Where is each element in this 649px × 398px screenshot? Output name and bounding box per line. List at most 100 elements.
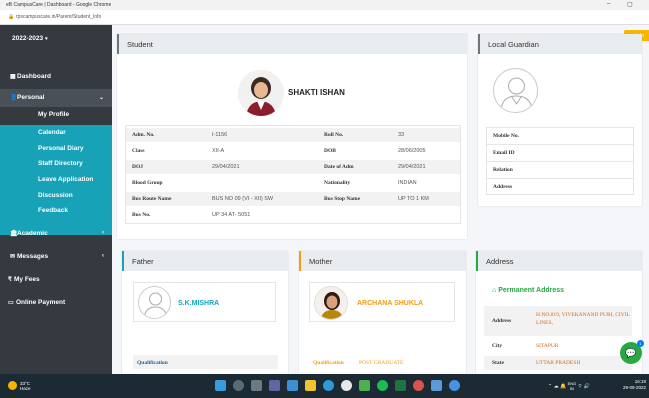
sidebar-sub-discussion[interactable]: Discussion — [38, 192, 73, 199]
chrome-icon[interactable] — [341, 380, 352, 391]
lock-icon: 🔒 — [8, 14, 15, 20]
bus-route-value: BUS NO 09 (VI - XII) SW — [212, 196, 274, 202]
excel-icon[interactable] — [395, 380, 406, 391]
sidebar-item-label: Messages — [17, 253, 49, 260]
table-row: State UTTAR PRADESH — [484, 356, 632, 370]
bus-no-label: Bus No. — [132, 212, 151, 218]
task-view-icon[interactable] — [251, 380, 262, 391]
browser-icon[interactable] — [449, 380, 460, 391]
edge-icon[interactable] — [323, 380, 334, 391]
table-row: Adm. No. I-1156 Roll No. 33 — [126, 128, 460, 142]
table-row: City SITAPUR — [484, 339, 632, 353]
rupee-icon: ₹ — [8, 277, 12, 283]
year-label: 2022-2023 — [12, 35, 44, 42]
app-icon[interactable] — [359, 380, 370, 391]
blood-group-label: Blood Group — [132, 180, 163, 186]
table-row: Address — [487, 179, 633, 196]
sidebar-item-online-payment[interactable]: ▭ Online Payment — [0, 295, 112, 311]
nationality-label: Nationality — [324, 180, 351, 186]
sidebar-sub-staff-directory[interactable]: Staff Directory — [38, 160, 83, 167]
student-photo — [238, 70, 284, 116]
home-icon: ⌂ — [492, 287, 497, 294]
notification-icon: 🔔 — [559, 383, 567, 390]
sidebar-item-personal[interactable]: 👤 Personal ⌄ — [0, 89, 112, 107]
language-indicator[interactable]: ENG IN — [568, 381, 577, 391]
table-row: Qualification POST GRADUATE — [309, 355, 455, 369]
chevron-left-icon: ‹ — [102, 230, 104, 236]
mother-qualification-label: Qualification — [313, 360, 344, 366]
date-of-adm-value: 29/04/2021 — [398, 164, 426, 170]
father-card-header: Father — [122, 251, 288, 271]
cloud-icon: ☁ — [553, 383, 559, 390]
adm-no-value: I-1156 — [212, 132, 228, 138]
sidebar-sub-feedback[interactable]: Feedback — [38, 207, 68, 214]
clock-date: 29-09-2022 — [622, 385, 646, 390]
bus-stop-label: Bus Stop Name — [324, 196, 361, 202]
minimize-button[interactable]: – — [607, 1, 610, 7]
table-row: Bus Route Name BUS NO 09 (VI - XII) SW B… — [126, 192, 460, 206]
widgets-icon[interactable] — [287, 380, 298, 391]
clock[interactable]: 16:19 29-09-2022 — [616, 379, 646, 391]
url-text[interactable]: rpscampuscare.in/Parent/Student_Info — [16, 14, 101, 20]
class-value: XII-A — [212, 148, 225, 154]
browser-window: eB CampusCare | Dashboard - Google Chrom… — [0, 0, 649, 374]
table-row: Qualification — [133, 355, 278, 369]
city-value: SITAPUR — [536, 343, 559, 349]
sidebar-item-messages[interactable]: ✉ Messages ‹ — [0, 249, 112, 265]
caret-down-icon: ▾ — [45, 36, 48, 42]
sidebar-sub-leave-application[interactable]: Leave Application — [38, 176, 93, 183]
speaker-icon: 🔊 — [583, 383, 590, 390]
sidebar-sub-calendar[interactable]: Calendar — [38, 129, 66, 136]
sidebar-item-label: My Fees — [14, 276, 40, 283]
sidebar-sub-my-profile[interactable]: My Profile — [38, 111, 69, 118]
mother-header-label: Mother — [309, 257, 333, 266]
table-row: Address H.NO.819, VIVEKANAND PURI, CIVIL… — [484, 306, 632, 336]
doj-value: 29/04/2021 — [212, 164, 240, 170]
sidebar-item-my-fees[interactable]: ₹ My Fees — [0, 272, 112, 288]
city-label: City — [492, 343, 503, 349]
table-row: DOJ 29/04/2021 Date of Adm 29/04/2021 — [126, 160, 460, 174]
table-row: Relation — [487, 162, 633, 179]
sidebar-sub-personal-diary[interactable]: Personal Diary — [38, 145, 84, 152]
search-icon[interactable] — [233, 380, 244, 391]
start-icon[interactable] — [215, 380, 226, 391]
address-header-label: Address — [486, 257, 514, 266]
table-row: Email ID — [487, 145, 633, 162]
envelope-icon: ✉ — [10, 254, 16, 260]
weather-icon — [8, 381, 17, 390]
table-row: Class XII-A DOB 28/06/2005 — [126, 144, 460, 158]
window-title: eB CampusCare | Dashboard - Google Chrom… — [6, 2, 112, 8]
mother-name: ARCHANA SHUKLA — [357, 300, 424, 307]
relation-label: Relation — [493, 167, 513, 173]
photos-icon[interactable] — [431, 380, 442, 391]
address-card-header: Address — [476, 251, 642, 271]
chevron-up-icon: ⌃ — [548, 383, 553, 390]
address-bar[interactable]: 🔒 rpscampuscare.in/Parent/Student_Info — [0, 10, 649, 25]
guardian-card-header: Local Guardian — [478, 34, 642, 54]
mother-photo — [314, 286, 348, 320]
bus-route-label: Bus Route Name — [132, 196, 172, 202]
sidebar-item-academic[interactable]: 🏛 Academic ‹ — [0, 226, 112, 242]
wifi-icon: ⌔ — [577, 383, 583, 390]
maximize-button[interactable]: ▢ — [627, 1, 633, 8]
mother-qualification-value: POST GRADUATE — [359, 360, 404, 366]
address-row-value: H.NO.819, VIVEKANAND PURI, CIVIL LINES, — [536, 312, 630, 326]
sidebar: 2022-2023 ▾ ▦ Dashboard 👤 Personal ⌄ My P… — [0, 25, 112, 374]
sidebar-item-label: Online Payment — [16, 299, 66, 306]
teams-icon[interactable] — [269, 380, 280, 391]
file-explorer-icon[interactable] — [305, 380, 316, 391]
sidebar-item-label: Personal — [17, 94, 45, 101]
weather-widget[interactable]: 33°C Haze — [20, 381, 31, 391]
table-row: Blood Group Nationality INDIAN — [126, 176, 460, 190]
sidebar-item-dashboard[interactable]: ▦ Dashboard — [0, 69, 112, 85]
system-tray[interactable]: ⌃ ☁ 🔔 ENG IN ⌔ 🔊 — [548, 381, 590, 391]
taskbar: 33°C Haze ⌃ ☁ 🔔 ENG IN ⌔ 🔊 16:19 29-09-20… — [0, 374, 649, 398]
guardian-avatar — [493, 68, 538, 113]
title-bar: eB CampusCare | Dashboard - Google Chrom… — [0, 0, 649, 10]
student-name: SHAKTI ISHAN — [288, 88, 345, 97]
table-row: Bus No. UP 34 AT- 5051 — [126, 208, 460, 222]
spotify-icon[interactable] — [377, 380, 388, 391]
year-selector[interactable]: 2022-2023 ▾ — [12, 35, 48, 42]
state-value: UTTAR PRADESH — [536, 360, 581, 366]
chrome-profile-icon[interactable] — [413, 380, 424, 391]
